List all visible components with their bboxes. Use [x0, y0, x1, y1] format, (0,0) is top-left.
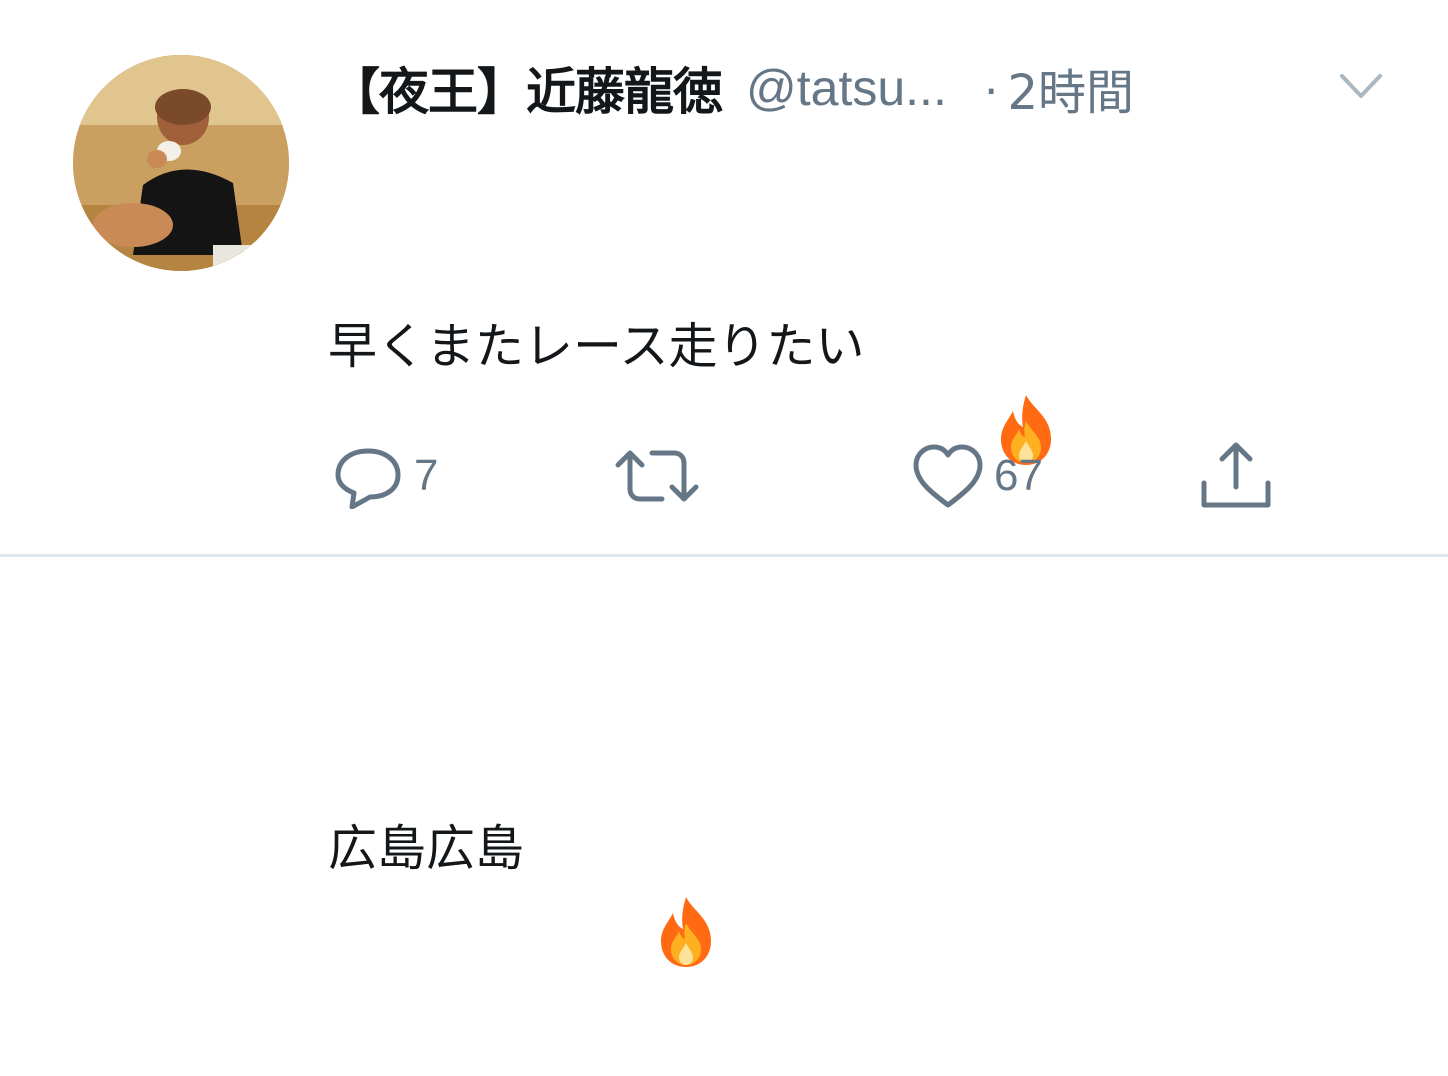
reply-count: 7 — [414, 451, 439, 500]
tweet-line-1: 早くまたレース走りたい — [328, 306, 1052, 465]
tweet-line-2-text: 広島広島 — [328, 820, 525, 877]
fire-icon — [528, 811, 711, 967]
share-icon — [1201, 442, 1271, 508]
separator-dot: · — [982, 60, 1000, 116]
reply-icon — [335, 448, 401, 509]
user-handle[interactable]: @tatsu... — [746, 59, 947, 117]
timestamp[interactable]: 2時間 — [1008, 53, 1135, 123]
more-options-button[interactable] — [1336, 66, 1386, 106]
tweet-line-1-text: 早くまたレース走りたい — [328, 318, 865, 375]
fire-icon — [869, 309, 1052, 465]
chevron-down-icon — [1340, 74, 1382, 98]
reply-button[interactable]: 7 — [330, 436, 438, 516]
tweet-text: 早くまたレース走りたい 広島広島 — [328, 142, 1052, 1054]
tweet-divider — [0, 554, 1448, 557]
tweet-card[interactable]: 【夜王】近藤龍徳 @tatsu... · 2時間 早くまたレース走りたい 広島広… — [0, 0, 1448, 967]
retweet-button[interactable] — [612, 436, 710, 516]
tweet-actions: 7 67 — [0, 436, 1448, 516]
like-count: 67 — [994, 451, 1043, 500]
tweet-line-2: 広島広島 — [328, 808, 935, 967]
like-button[interactable]: 67 — [910, 436, 1043, 516]
share-button[interactable] — [1196, 436, 1276, 516]
retweet-icon — [615, 450, 699, 502]
avatar[interactable] — [73, 55, 289, 271]
tweet-header: 【夜王】近藤龍徳 @tatsu... · 2時間 — [330, 48, 1410, 128]
avatar-photo — [73, 55, 289, 271]
heart-icon — [913, 444, 983, 508]
display-name[interactable]: 【夜王】近藤龍徳 — [330, 52, 723, 124]
